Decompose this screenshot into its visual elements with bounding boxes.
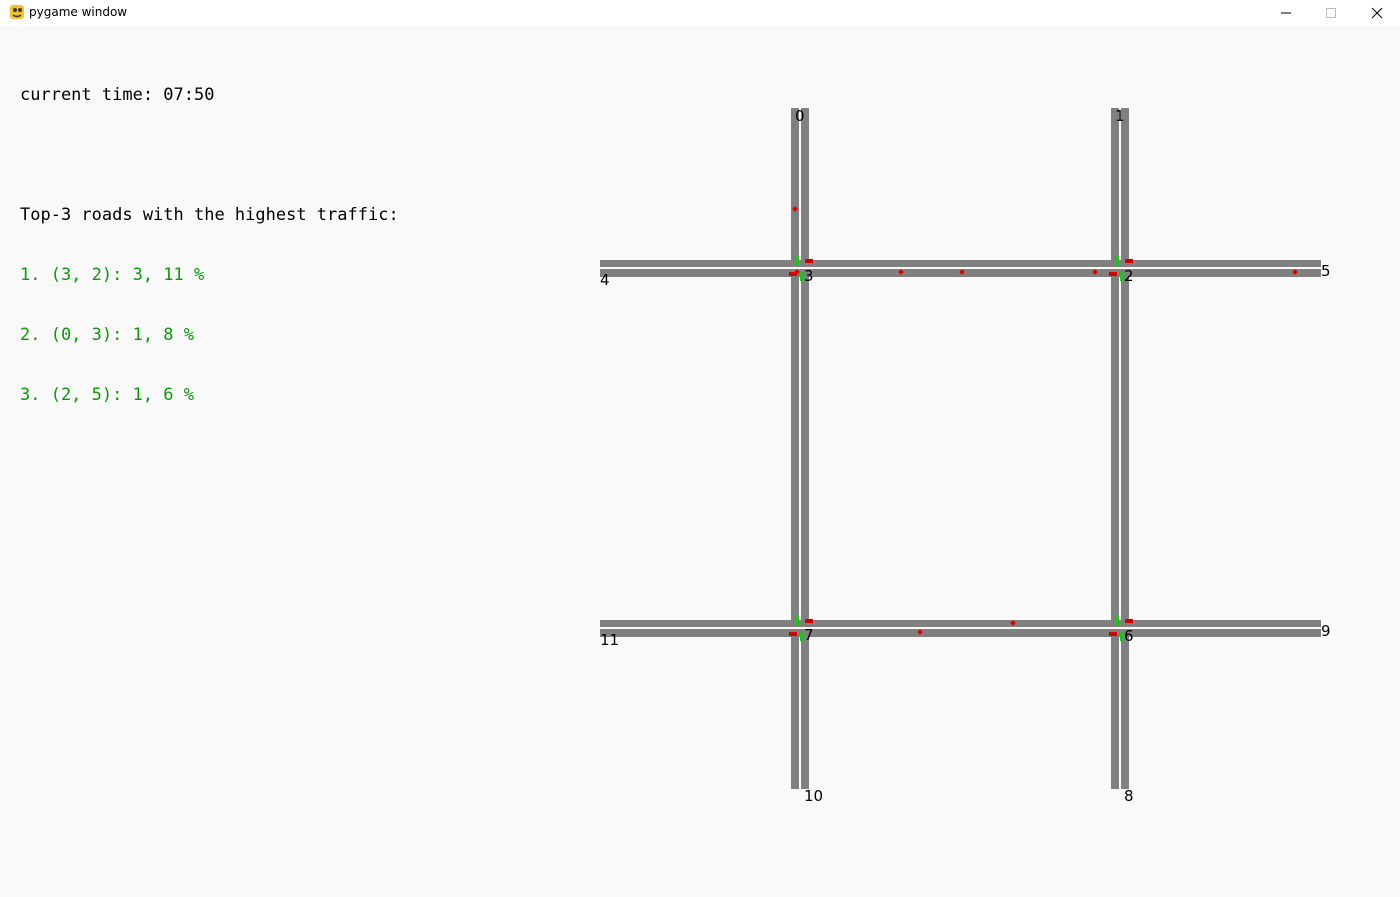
window-title-bar[interactable]: pygame window xyxy=(0,0,1400,26)
node-label-9: 9 xyxy=(1321,622,1331,640)
node-label-10: 10 xyxy=(804,787,823,805)
maximize-button[interactable] xyxy=(1308,0,1354,26)
node-label-6: 6 xyxy=(1124,627,1134,645)
node-label-5: 5 xyxy=(1321,262,1331,280)
pygame-snake-icon xyxy=(10,5,24,19)
node-label-7: 7 xyxy=(804,626,814,644)
minimize-button[interactable] xyxy=(1263,0,1309,26)
node-label-4: 4 xyxy=(600,271,610,289)
close-button[interactable] xyxy=(1354,0,1400,26)
road-network-map: 0 1 3 2 4 5 7 6 11 9 10 8 xyxy=(600,107,1331,805)
road-horizontal-bottom xyxy=(600,620,1321,637)
node-label-8: 8 xyxy=(1124,787,1134,805)
node-label-1: 1 xyxy=(1115,107,1125,125)
node-label-2: 2 xyxy=(1124,267,1134,285)
node-label-0: 0 xyxy=(795,107,805,125)
node-label-3: 3 xyxy=(804,267,814,285)
window-title: pygame window xyxy=(29,5,128,19)
maximize-icon xyxy=(1326,8,1336,18)
close-icon xyxy=(1371,7,1383,19)
game-canvas[interactable]: current time: 07:50 Top-3 roads with the… xyxy=(0,26,1400,897)
road-vertical-right xyxy=(1111,108,1129,789)
minimize-icon xyxy=(1281,12,1291,14)
node-label-11: 11 xyxy=(600,631,619,649)
road-horizontal-top xyxy=(600,260,1321,277)
